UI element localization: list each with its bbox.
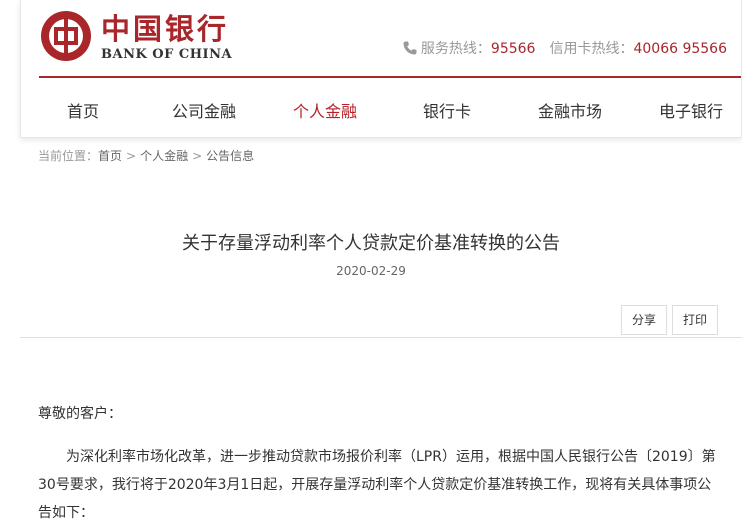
nav-home[interactable]: 首页 (67, 98, 99, 122)
breadcrumb-personal-banking[interactable]: 个人金融 (140, 149, 188, 163)
nav-financial-markets[interactable]: 金融市场 (538, 98, 602, 122)
main-nav: 首页 公司金融 个人金融 银行卡 金融市场 电子银行 (21, 98, 741, 122)
article-body: 尊敬的客户： 为深化利率市场化改革，进一步推动贷款市场报价利率（LPR）运用，根… (38, 402, 718, 520)
breadcrumb-separator: > (126, 149, 137, 163)
body-paragraph: 为深化利率市场化改革，进一步推动贷款市场报价利率（LPR）运用，根据中国人民银行… (38, 449, 716, 520)
service-hotline-number: 95566 (490, 41, 536, 57)
nav-personal-banking[interactable]: 个人金融 (293, 98, 357, 122)
nav-corporate-banking[interactable]: 公司金融 (172, 98, 236, 122)
nav-bank-cards[interactable]: 银行卡 (423, 98, 471, 122)
logo-chinese-name: 中国银行 (101, 12, 230, 46)
nav-e-banking[interactable]: 电子银行 (659, 98, 723, 122)
card-hotline-label: 信用卡热线： (549, 41, 634, 57)
article-title: 关于存量浮动利率个人贷款定价基准转换的公告 (182, 233, 560, 254)
breadcrumb-prefix: 当前位置： (38, 149, 99, 163)
breadcrumb: 当前位置：首页 > 个人金融 > 公告信息 (38, 147, 254, 164)
service-hotline-label: 服务热线： (420, 41, 491, 57)
article-date: 2020-02-29 (336, 264, 406, 278)
boc-logo-icon (41, 11, 91, 61)
greeting: 尊敬的客户： (38, 406, 122, 422)
breadcrumb-separator: > (192, 149, 203, 163)
share-button[interactable]: 分享 (621, 305, 667, 335)
breadcrumb-home[interactable]: 首页 (98, 149, 122, 163)
hotlines: 服务热线：95566 信用卡热线：40066 95566 (402, 38, 727, 58)
breadcrumb-announcements[interactable]: 公告信息 (206, 149, 254, 163)
article-divider (20, 337, 742, 338)
phone-icon (403, 41, 417, 55)
print-button[interactable]: 打印 (672, 305, 718, 335)
header-divider (39, 76, 741, 78)
logo-english-name: BANK OF CHINA (101, 47, 233, 62)
card-hotline-number: 40066 95566 (633, 41, 727, 57)
site-header: 中国银行 BANK OF CHINA 服务热线：95566 信用卡热线：40066… (20, 0, 742, 138)
bank-logo[interactable]: 中国银行 BANK OF CHINA (41, 11, 241, 63)
